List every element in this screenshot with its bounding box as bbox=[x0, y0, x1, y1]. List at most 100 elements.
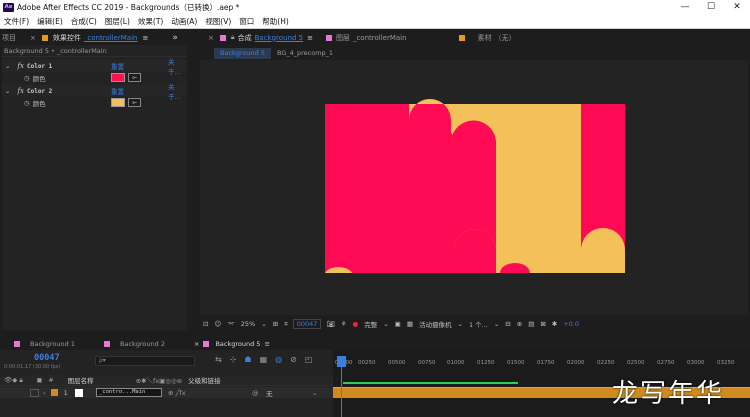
more-panels-icon[interactable]: » bbox=[172, 33, 178, 43]
region-icon[interactable]: ▣ bbox=[392, 320, 404, 328]
snapshot-icon[interactable]: 📷︎ bbox=[323, 320, 337, 328]
tab-footage-label[interactable]: 素材 bbox=[478, 33, 492, 43]
menu-composition[interactable]: 合成(C) bbox=[67, 16, 101, 27]
menu-help[interactable]: 帮助(H) bbox=[258, 16, 293, 27]
label-icon[interactable]: ◼ bbox=[37, 376, 42, 384]
exposure-value[interactable]: +0.0 bbox=[560, 320, 582, 328]
chevron-down-icon[interactable]: ⌄ bbox=[312, 389, 317, 397]
motion-blur-icon[interactable]: ◍ bbox=[275, 355, 282, 364]
minimize-button[interactable]: — bbox=[672, 0, 698, 14]
toggle-pixel-icon[interactable]: ⊟ bbox=[502, 320, 513, 328]
fit-icon[interactable]: ⊞ bbox=[270, 320, 281, 328]
tab-effect-controls[interactable]: 效果控件 bbox=[53, 33, 81, 43]
frame-blending-icon[interactable]: ▦ bbox=[260, 355, 268, 364]
layer-type-icon bbox=[74, 388, 83, 397]
chevron-down-icon[interactable]: ⌄ bbox=[258, 320, 269, 328]
work-area-bar[interactable] bbox=[343, 382, 518, 384]
effect-controls-target[interactable]: _controllerMain bbox=[84, 34, 138, 42]
layer-name-field[interactable]: _contro...Main bbox=[96, 388, 162, 397]
tab-close-icon[interactable]: × bbox=[208, 34, 214, 42]
tab-timeline-background-2[interactable]: Background 2 bbox=[90, 340, 180, 348]
mask-icon[interactable]: ☺ bbox=[211, 320, 224, 328]
menu-view[interactable]: 视图(V) bbox=[201, 16, 235, 27]
color-swatch[interactable] bbox=[111, 73, 125, 82]
shy-icon[interactable]: ☗ bbox=[244, 355, 251, 364]
eyedropper-icon[interactable]: ⟜ bbox=[128, 98, 141, 107]
effect-row-color-1[interactable]: ⌄ fx Color 1 重置 关于... bbox=[2, 58, 187, 76]
camera-select[interactable]: 活动摄像机 bbox=[416, 319, 455, 329]
menu-layer[interactable]: 图层(L) bbox=[101, 16, 134, 27]
tab-comp-name[interactable]: Background 5 bbox=[255, 34, 303, 42]
panel-menu-icon[interactable]: ≡ bbox=[142, 34, 148, 42]
expand-arrow-icon[interactable]: ⌄ bbox=[5, 62, 10, 70]
menu-file[interactable]: 文件(F) bbox=[0, 16, 33, 27]
menu-window[interactable]: 窗口 bbox=[235, 16, 258, 27]
lock-icon[interactable]: 🔒︎ bbox=[231, 33, 235, 42]
breadcrumb-item-precomp[interactable]: BG_4_precomp_1 bbox=[271, 49, 339, 57]
maximize-button[interactable]: ☐ bbox=[698, 0, 724, 14]
chevron-down-icon[interactable]: ⌄ bbox=[380, 320, 391, 328]
stopwatch-icon[interactable]: ◷ bbox=[24, 99, 30, 107]
layer-switches[interactable]: ⊕ ╱fx bbox=[168, 389, 186, 397]
always-preview-icon[interactable]: ⊡ bbox=[200, 320, 211, 328]
layer-search-input[interactable]: ρ▾ bbox=[95, 356, 195, 366]
expand-arrow-icon[interactable]: ⌄ bbox=[5, 87, 10, 95]
chevron-down-icon[interactable]: ⌄ bbox=[454, 320, 465, 328]
timeline-icon[interactable]: ▤ bbox=[525, 320, 537, 328]
panel-menu-icon[interactable]: ≡ bbox=[307, 34, 313, 42]
resolution-select[interactable]: 完整 bbox=[361, 319, 380, 329]
tab-comp-label[interactable]: 合成 bbox=[238, 33, 252, 43]
graph-icon[interactable]: ◰ bbox=[305, 355, 313, 364]
fx-icon[interactable]: fx bbox=[17, 62, 24, 70]
composition-canvas[interactable] bbox=[200, 60, 748, 315]
tab-layer-label[interactable]: 图层 bbox=[336, 33, 350, 43]
col-parent[interactable]: 父级和链接 bbox=[188, 375, 221, 385]
eyedropper-icon[interactable]: ⟜ bbox=[128, 73, 141, 82]
panel-menu-icon[interactable]: ≡ bbox=[264, 340, 269, 348]
expand-arrow-icon[interactable]: › bbox=[43, 389, 46, 397]
breadcrumb-item-background-5[interactable]: Background 5 bbox=[214, 47, 271, 59]
tab-layer-name[interactable]: _controllerMain bbox=[353, 34, 407, 42]
views-select[interactable]: 1 个... bbox=[466, 319, 491, 329]
graph-editor-icon[interactable]: ⊘ bbox=[290, 355, 297, 364]
tab-project[interactable]: 项目 bbox=[0, 33, 16, 43]
transparency-grid-icon[interactable]: ▦ bbox=[404, 320, 416, 328]
tab-footage-value[interactable]: （无） bbox=[495, 33, 516, 43]
menu-animation[interactable]: 动画(A) bbox=[167, 16, 201, 27]
layer-label-color[interactable] bbox=[50, 389, 58, 396]
layer-row[interactable]: › 1 _contro...Main ⊕ ╱fx @ 无 ⌄ bbox=[0, 387, 333, 398]
fast-preview-icon[interactable]: ⊕ bbox=[514, 320, 525, 328]
effect-row-color-2[interactable]: ⌄ fx Color 2 重置 关于... bbox=[2, 83, 187, 101]
col-layer-name[interactable]: 图层名称 bbox=[68, 375, 94, 385]
parent-select[interactable]: 无 bbox=[266, 388, 273, 398]
tab-close-icon[interactable]: × bbox=[30, 34, 36, 42]
tab-timeline-background-5[interactable]: × Background 5 ≡ bbox=[180, 340, 270, 348]
vr-icon[interactable]: ⌤ bbox=[224, 320, 238, 328]
reset-link[interactable]: 重置 bbox=[111, 86, 124, 96]
exposure-icon[interactable]: ✱ bbox=[549, 320, 560, 328]
comp-mini-flowchart-icon[interactable]: ⇆ bbox=[215, 355, 222, 364]
current-time-display[interactable]: 00047 bbox=[34, 353, 60, 363]
close-button[interactable]: ✕ bbox=[724, 0, 750, 14]
window-controls: — ☐ ✕ bbox=[672, 0, 750, 14]
ruler-tick: 02000 bbox=[567, 360, 585, 366]
zoom-select[interactable]: 25% bbox=[238, 320, 258, 328]
tab-timeline-background-1[interactable]: Background 1 bbox=[0, 340, 90, 348]
stopwatch-icon[interactable]: ◷ bbox=[24, 74, 30, 82]
solo-box[interactable] bbox=[30, 388, 39, 397]
chevron-down-icon[interactable]: ⌄ bbox=[491, 320, 502, 328]
color-swatch[interactable] bbox=[111, 98, 125, 107]
tab-close-icon[interactable]: × bbox=[194, 340, 199, 348]
pickwhip-icon[interactable]: @ bbox=[252, 389, 259, 397]
reset-link[interactable]: 重置 bbox=[111, 61, 124, 71]
show-snapshot-icon[interactable]: ⚘ bbox=[338, 320, 350, 328]
current-time-indicator[interactable] bbox=[337, 356, 346, 367]
menu-edit[interactable]: 编辑(E) bbox=[33, 16, 67, 27]
viewer-timecode[interactable]: 00047 bbox=[292, 319, 322, 329]
channel-icon[interactable]: ● bbox=[350, 320, 362, 328]
flowchart-icon[interactable]: ⊠ bbox=[537, 320, 548, 328]
fx-icon[interactable]: fx bbox=[17, 87, 24, 95]
grid-icon[interactable]: ⌗ bbox=[281, 320, 291, 329]
menu-effect[interactable]: 效果(T) bbox=[134, 16, 167, 27]
draft-3d-icon[interactable]: ⊹ bbox=[230, 355, 237, 364]
